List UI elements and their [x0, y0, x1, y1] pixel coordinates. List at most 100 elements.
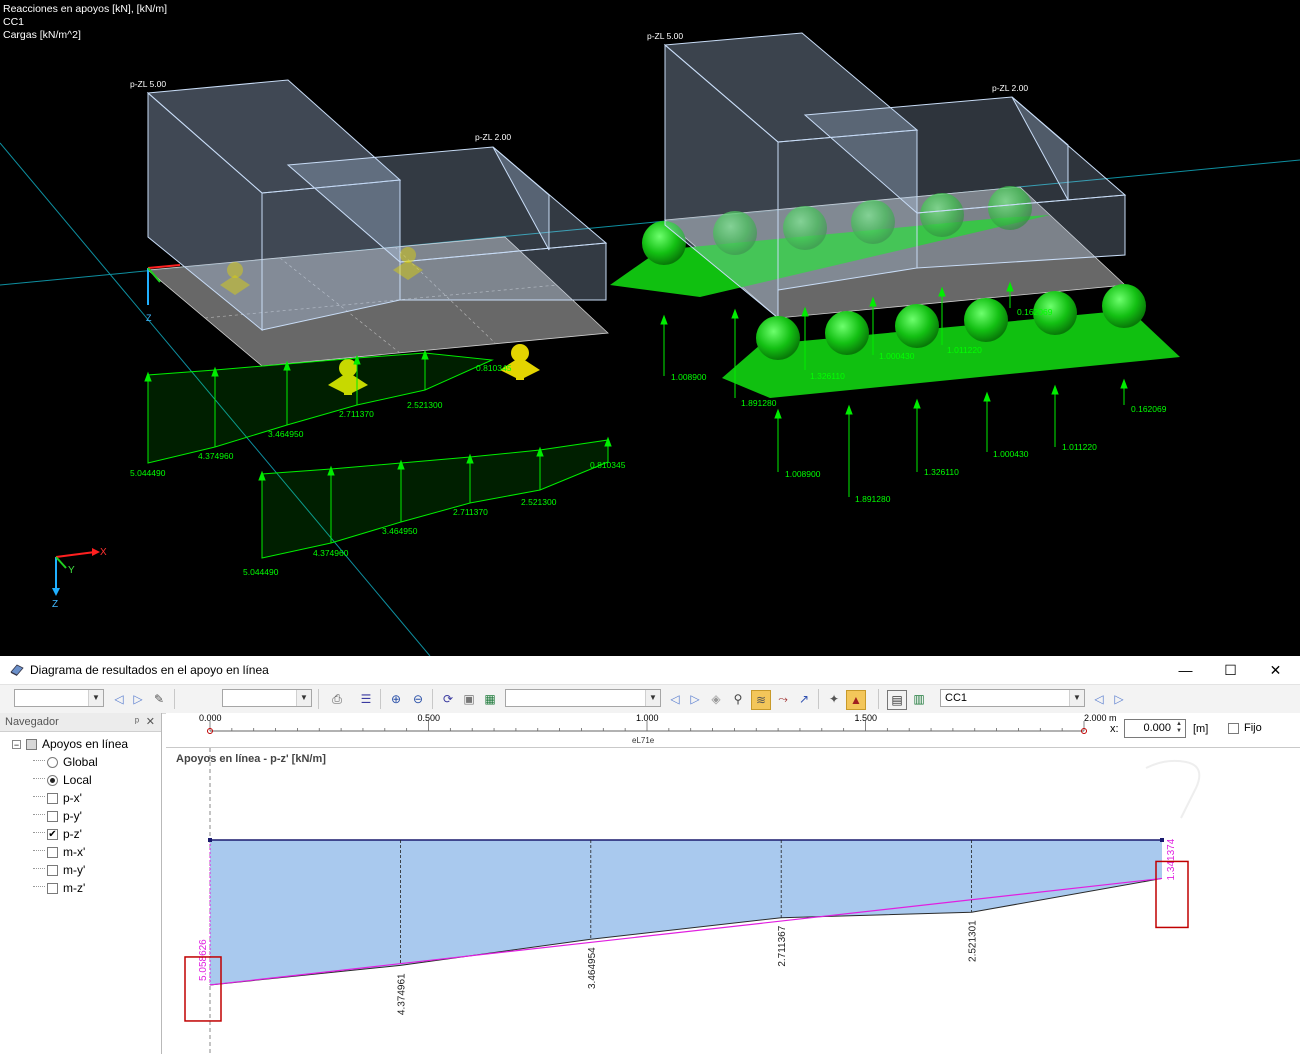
toolbar-separator — [818, 689, 819, 709]
nav-option-label: m-y' — [63, 863, 86, 877]
collapse-icon[interactable]: − — [12, 739, 21, 749]
radio-button[interactable] — [47, 756, 58, 768]
navigator-title: Navegador — [5, 716, 59, 728]
nav-option-m-y[interactable]: m-y' — [33, 863, 86, 877]
value-label: 2.521301 — [968, 920, 979, 962]
diagram-toolbar: ▼ ◁ ▷ ✎ ▼ ⎙ ☰ ⊕ ⊖ ⟳ ▣ ▦ ▼ ◁ ▷ ◈ ⚲ ≋ ⤳ ↗ … — [0, 685, 1300, 714]
toolbar-separator — [318, 689, 319, 709]
excel-export-icon[interactable]: ▦ — [481, 690, 499, 708]
result-type-select[interactable]: ▼ — [505, 689, 661, 707]
nav-option-global[interactable]: Global — [33, 755, 98, 769]
checkbox[interactable] — [47, 846, 58, 858]
tree-connector — [33, 850, 45, 851]
checkbox[interactable] — [47, 864, 58, 876]
toolbar-separator — [878, 689, 879, 709]
window-titlebar[interactable]: Diagrama de resultados en el apoyo en lí… — [0, 656, 1300, 685]
extremes-toggle-icon[interactable]: ▲ — [846, 690, 866, 710]
zoom-out-icon[interactable]: ⊖ — [409, 690, 427, 708]
result-chart: 5.058626 4.374961 3.464954 2.711367 2.521301… — [184, 748, 1201, 1054]
nav-option-label: Global — [63, 755, 98, 769]
ruler-tick-label: 1.500 — [855, 713, 878, 723]
value-label: 1.341374 — [1166, 838, 1177, 880]
checkbox[interactable] — [47, 792, 58, 804]
value-label: 3.464954 — [587, 947, 598, 989]
tree-connector — [33, 832, 45, 833]
location-select[interactable]: ▼ — [222, 689, 312, 707]
chevron-down-icon: ▼ — [88, 690, 103, 706]
left-reaction-diagram-2 — [258, 436, 612, 559]
next-icon[interactable]: ▷ — [686, 690, 704, 708]
previous-icon[interactable]: ◁ — [110, 690, 128, 708]
nav-option-local[interactable]: Local — [33, 773, 92, 787]
maximize-button[interactable]: ☐ — [1208, 656, 1253, 684]
display-options-icon[interactable]: ✦ — [825, 690, 843, 708]
partial-checkbox[interactable] — [26, 738, 37, 750]
load-case-select[interactable]: CC1 ▼ — [940, 689, 1085, 707]
nav-option-p-y[interactable]: p-y' — [33, 809, 82, 823]
print-icon[interactable]: ⎙ — [328, 690, 346, 708]
reaction-label: 1.000430 — [879, 351, 915, 361]
global-axis — [52, 548, 100, 596]
next-icon[interactable]: ▷ — [129, 690, 147, 708]
tree-root-apoyos[interactable]: − Apoyos en línea — [12, 737, 128, 751]
close-button[interactable]: ✕ — [1253, 656, 1298, 684]
nav-option-p-z[interactable]: ✔ p-z' — [33, 827, 82, 841]
load-case-value: CC1 — [945, 692, 968, 704]
reaction-label: 1.000430 — [993, 449, 1029, 459]
position-ruler[interactable]: 0.000 0.500 1.000 1.500 2.000 m eL71e x:… — [166, 713, 1300, 748]
nav-option-p-x[interactable]: p-x' — [33, 791, 82, 805]
reaction-label: 1.008900 — [671, 372, 707, 382]
toolbar-separator — [380, 689, 381, 709]
checkbox[interactable]: ✔ — [47, 828, 58, 840]
model-viewport[interactable]: Reacciones en apoyos [kN], [kN/m] CC1 Ca… — [0, 0, 1300, 656]
fixed-checkbox[interactable] — [1228, 723, 1239, 734]
value-label: 4.374961 — [396, 973, 407, 1015]
table-view-icon[interactable]: ▤ — [887, 690, 907, 710]
pick-icon[interactable]: ✎ — [150, 690, 168, 708]
pin-icon[interactable]: ᵖ — [135, 713, 139, 731]
tree-root-label: Apoyos en línea — [42, 737, 129, 751]
close-pane-icon[interactable]: ✕ — [146, 713, 155, 731]
end-node — [208, 838, 212, 842]
values-toggle-icon[interactable]: ≋ — [751, 690, 771, 710]
previous-icon[interactable]: ◁ — [666, 690, 684, 708]
reaction-label: 0.162069 — [1131, 404, 1167, 414]
filter-icon[interactable]: ⚲ — [729, 690, 747, 708]
tree-connector — [33, 868, 45, 869]
refresh-icon[interactable]: ⟳ — [439, 690, 457, 708]
result-diagram: Apoyos en línea - p-z' [kN/m] 5.058626 4.… — [166, 748, 1300, 1054]
reaction-label: 5.044490 — [243, 567, 279, 577]
reaction-label: 1.011220 — [1062, 442, 1097, 452]
support-select[interactable]: ▼ — [14, 689, 104, 707]
reaction-label: 1.891280 — [855, 494, 891, 504]
spin-icon[interactable]: ▲ ▼ — [1176, 721, 1182, 735]
x-label: x: — [1110, 723, 1119, 735]
smooth-icon[interactable]: ⤳ — [774, 690, 792, 708]
save-icon[interactable]: ▣ — [460, 690, 478, 708]
nav-option-label: Local — [63, 773, 92, 787]
reaction-label: 3.464950 — [382, 526, 418, 536]
radio-button[interactable] — [47, 774, 58, 786]
tree-connector — [33, 760, 45, 761]
results-diagram-window: Diagrama de resultados en el apoyo en lí… — [0, 656, 1300, 1054]
previous-icon[interactable]: ◁ — [1090, 690, 1108, 708]
load-label: p-ZL 5.00 — [647, 31, 683, 41]
number-format-icon[interactable]: ▥ — [910, 690, 928, 708]
checkbox[interactable] — [47, 810, 58, 822]
tree-connector — [33, 886, 45, 887]
settings-icon[interactable]: ☰ — [357, 690, 375, 708]
nav-option-label: p-z' — [63, 827, 82, 841]
reaction-label: 2.521300 — [407, 400, 443, 410]
scale-icon[interactable]: ↗ — [795, 690, 813, 708]
checkbox[interactable] — [47, 882, 58, 894]
zoom-in-icon[interactable]: ⊕ — [387, 690, 405, 708]
member-label: eL71e — [632, 736, 655, 745]
nav-option-m-z[interactable]: m-z' — [33, 881, 85, 895]
reaction-label: 1.326110 — [924, 467, 959, 477]
next-icon[interactable]: ▷ — [1110, 690, 1128, 708]
view-icon[interactable]: ◈ — [707, 690, 725, 708]
minimize-button[interactable]: — — [1163, 656, 1208, 684]
nav-option-m-x[interactable]: m-x' — [33, 845, 86, 859]
nav-option-label: m-x' — [63, 845, 86, 859]
load-label: p-ZL 2.00 — [475, 132, 511, 142]
